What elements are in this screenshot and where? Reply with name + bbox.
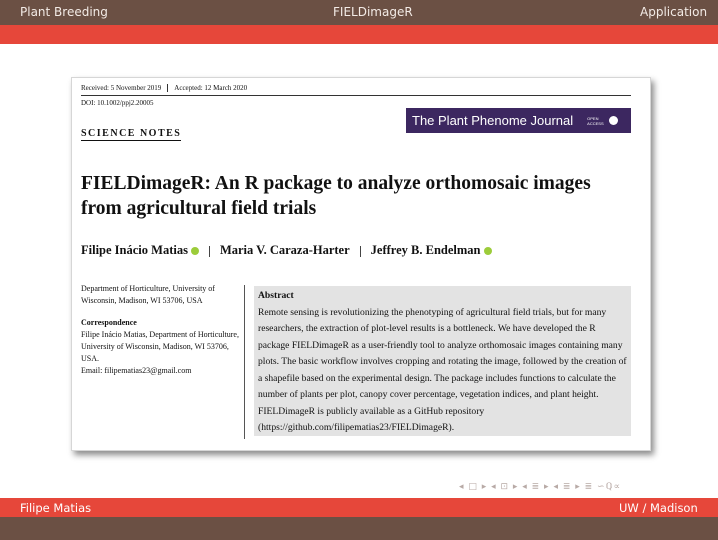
journal-banner: The Plant Phenome Journal OPEN ACCESS <box>406 108 631 133</box>
abstract-box: Abstract Remote sensing is revolutionizi… <box>254 286 631 436</box>
accepted-date: Accepted: 12 March 2020 <box>174 84 248 92</box>
header-subsection-title[interactable]: Application <box>640 5 707 19</box>
open-access-lock-icon <box>609 116 619 125</box>
author-2: Maria V. Caraza-Harter <box>219 243 350 257</box>
correspondence-email: Email: filipematias23@gmail.com <box>81 366 192 375</box>
column-divider <box>244 285 245 439</box>
orcid-icon <box>190 247 199 256</box>
correspondence-heading: Correspondence <box>81 318 137 327</box>
header-section-title[interactable]: Plant Breeding <box>20 5 108 19</box>
divider <box>81 95 631 96</box>
section-label: SCIENCE NOTES <box>81 128 182 141</box>
author-3: Jeffrey B. Endelman <box>370 243 481 257</box>
received-date: Received: 5 November 2019 <box>81 84 162 92</box>
author-1: Filipe Inácio Matias <box>81 243 188 257</box>
open-access-badge: OPEN ACCESS <box>587 115 604 126</box>
correspondence-text: Filipe Inácio Matias, Department of Hort… <box>81 330 239 363</box>
bottom-bar <box>0 517 718 540</box>
header-presentation-title[interactable]: FIELDimageR <box>333 5 413 19</box>
affiliation: Department of Horticulture, University o… <box>81 284 215 305</box>
paper-screenshot: Received: 5 November 2019 Accepted: 12 Ma… <box>71 77 651 451</box>
journal-name: The Plant Phenome Journal <box>412 113 574 128</box>
paper-dates: Received: 5 November 2019 Accepted: 12 Ma… <box>81 84 248 93</box>
footer-author: Filipe Matias <box>20 501 92 515</box>
paper-title: FIELDimageR: An R package to analyze ort… <box>81 173 591 219</box>
header-accent-band <box>0 25 718 44</box>
beamer-navigation-icons[interactable]: ◂ □ ▸ ◂ ⊡ ▸ ◂ ≣ ▸ ◂ ≣ ▸ ≣ ∽ℚ∝ <box>459 482 621 492</box>
header-bar: Plant Breeding FIELDimageR Application <box>0 0 718 25</box>
footer-institution: UW / Madison <box>619 501 698 515</box>
footer-bar: Filipe Matias UW / Madison <box>0 498 718 517</box>
author-list: Filipe Inácio Matias Maria V. Caraza-Hart… <box>81 243 492 258</box>
affiliation-column: Department of Horticulture, University o… <box>81 283 241 377</box>
abstract-text: Remote sensing is revolutionizing the ph… <box>258 306 627 434</box>
doi: DOI: 10.1002/ppj2.20005 <box>81 99 154 107</box>
orcid-icon <box>483 247 492 256</box>
abstract-heading: Abstract <box>258 290 294 301</box>
